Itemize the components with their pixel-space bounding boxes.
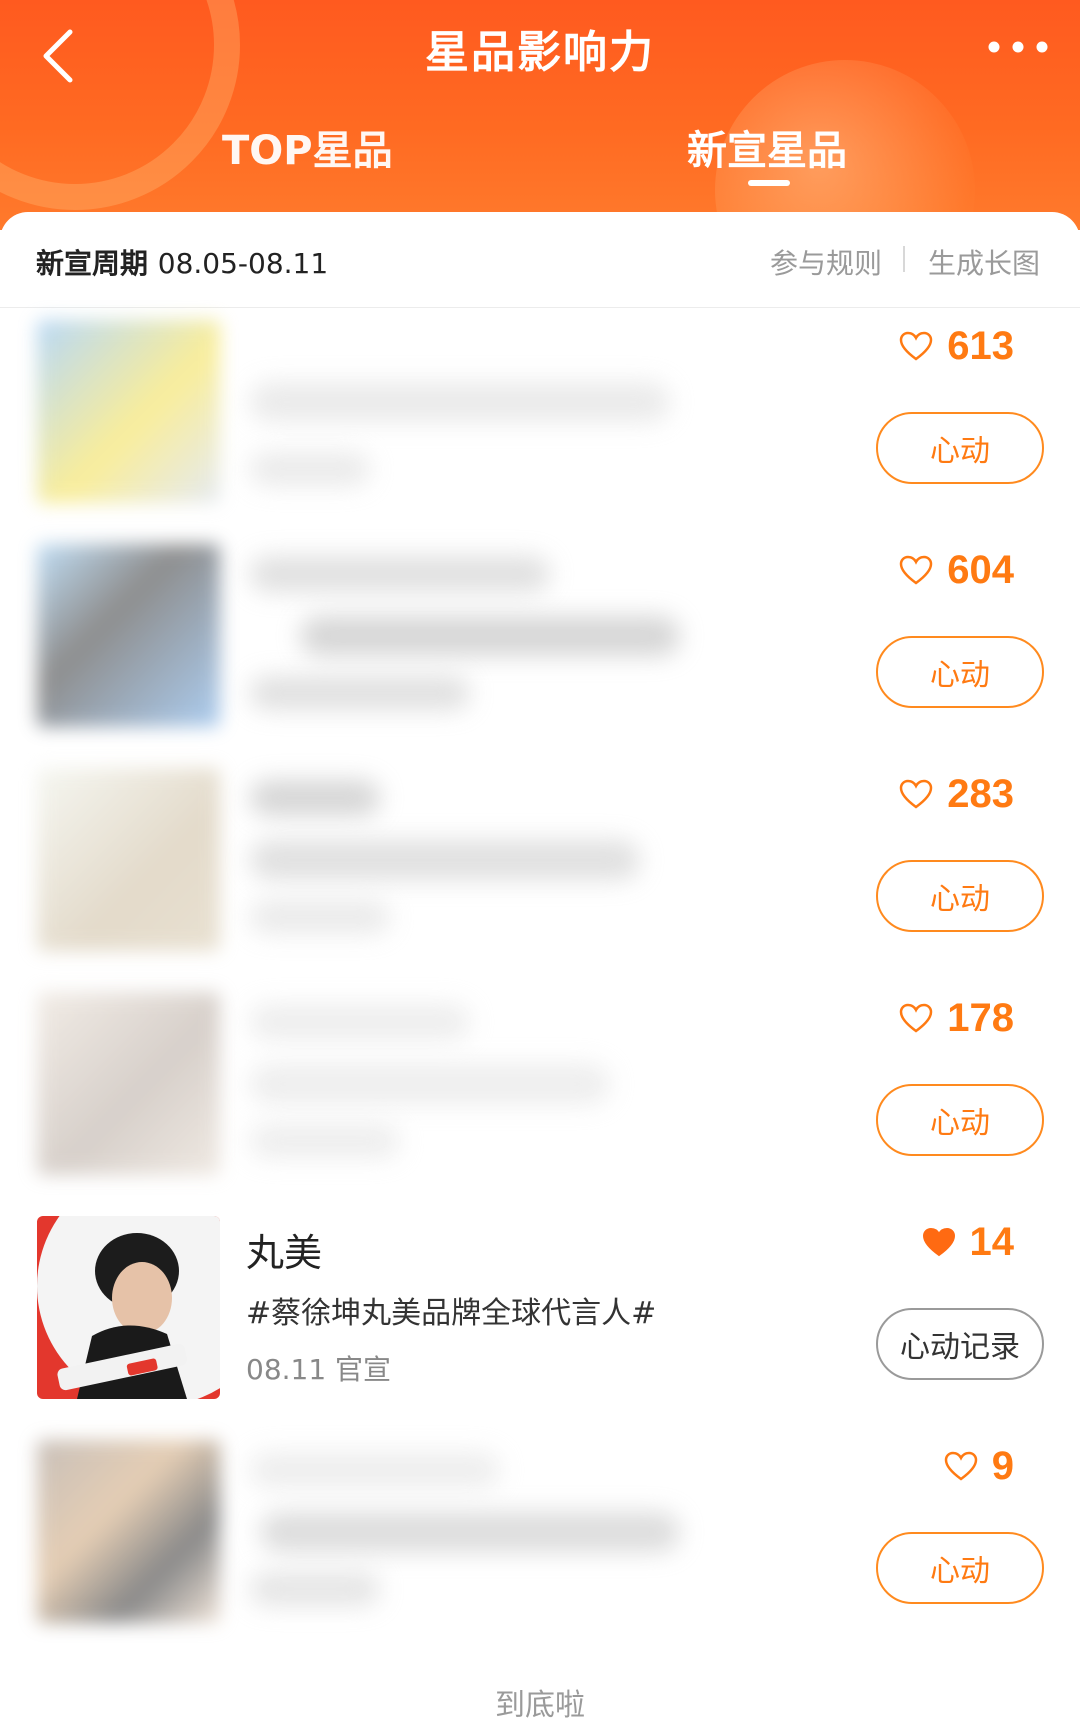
- like-count-group: 9: [944, 1442, 1014, 1490]
- blurred-text: [250, 900, 390, 934]
- product-hashtag[interactable]: #蔡徐坤丸美品牌全球代言人#: [246, 1288, 656, 1332]
- heart-button[interactable]: 心动: [876, 1532, 1044, 1604]
- heart-button[interactable]: 心动: [876, 1084, 1044, 1156]
- heart-record-button[interactable]: 心动记录: [876, 1308, 1044, 1380]
- heart-outline-icon: [899, 1003, 933, 1033]
- product-name: 丸美: [246, 1231, 323, 1275]
- product-thumbnail[interactable]: [37, 1440, 220, 1623]
- like-count-group: 178: [899, 994, 1014, 1042]
- period-range: 08.05-08.11: [157, 247, 329, 280]
- list-item: 604 心动: [0, 536, 1080, 760]
- header: 星品影响力 TOP星品 新宣星品: [0, 0, 1080, 230]
- blurred-text: [300, 616, 680, 656]
- product-thumbnail[interactable]: [37, 1216, 220, 1399]
- blurred-text: [250, 676, 470, 710]
- blurred-text: [250, 1452, 500, 1488]
- product-thumbnail[interactable]: [37, 992, 220, 1175]
- heart-filled-icon: [922, 1227, 955, 1257]
- blurred-text: [250, 840, 640, 880]
- tab-new-products[interactable]: 新宣星品: [687, 118, 847, 176]
- blurred-text: [250, 1572, 380, 1606]
- list-item: 丸美 #蔡徐坤丸美品牌全球代言人# 08.11 官宣 14 心动记录: [0, 1208, 1080, 1432]
- like-count: 613: [947, 323, 1014, 368]
- list-item: 283 心动: [0, 760, 1080, 984]
- heart-outline-icon: [899, 331, 933, 361]
- blurred-text: [250, 1004, 470, 1040]
- list-item: 9 心动: [0, 1432, 1080, 1656]
- like-count-group: 14: [922, 1218, 1015, 1266]
- heart-outline-icon: [899, 779, 933, 809]
- like-count-group: 604: [899, 546, 1014, 594]
- blurred-text: [250, 1124, 400, 1158]
- blurred-text: [250, 452, 370, 486]
- blurred-text: [250, 780, 380, 816]
- more-button[interactable]: [978, 22, 1058, 72]
- like-count: 283: [947, 771, 1014, 816]
- active-tab-indicator: [748, 180, 790, 186]
- product-image: [37, 1216, 220, 1399]
- rules-link[interactable]: 参与规则: [770, 242, 882, 282]
- tab-top-products[interactable]: TOP星品: [222, 118, 393, 176]
- product-thumbnail[interactable]: [37, 320, 220, 503]
- generate-image-link[interactable]: 生成长图: [928, 242, 1040, 282]
- period-bar: 新宣周期 08.05-08.11 参与规则 生成长图: [0, 212, 1080, 308]
- blurred-text: [250, 1064, 610, 1104]
- end-of-list-text: 到底啦: [495, 1688, 585, 1723]
- period-info: 新宣周期 08.05-08.11: [36, 242, 328, 282]
- list-item: 613 心动: [0, 312, 1080, 536]
- heart-outline-icon: [944, 1451, 978, 1481]
- product-thumbnail[interactable]: [37, 544, 220, 727]
- like-count: 178: [947, 995, 1014, 1040]
- list-item: 178 心动: [0, 984, 1080, 1208]
- more-dots-icon: [988, 41, 1048, 53]
- content-panel: 新宣周期 08.05-08.11 参与规则 生成长图 613 心动 604 心动…: [0, 212, 1080, 1731]
- like-count: 604: [947, 547, 1014, 592]
- like-count: 9: [991, 1443, 1014, 1488]
- heart-button[interactable]: 心动: [876, 636, 1044, 708]
- like-count-group: 613: [899, 322, 1014, 370]
- blurred-text: [250, 382, 670, 422]
- blurred-text: [250, 556, 550, 592]
- heart-button[interactable]: 心动: [876, 412, 1044, 484]
- like-count-group: 283: [899, 770, 1014, 818]
- blurred-text: [260, 1512, 680, 1552]
- heart-outline-icon: [899, 555, 933, 585]
- like-count: 14: [969, 1219, 1015, 1264]
- page-title: 星品影响力: [425, 27, 655, 78]
- announce-date: 08.11 官宣: [246, 1353, 392, 1386]
- divider: [903, 246, 905, 272]
- period-label: 新宣周期: [36, 247, 149, 280]
- product-thumbnail[interactable]: [37, 768, 220, 951]
- heart-button[interactable]: 心动: [876, 860, 1044, 932]
